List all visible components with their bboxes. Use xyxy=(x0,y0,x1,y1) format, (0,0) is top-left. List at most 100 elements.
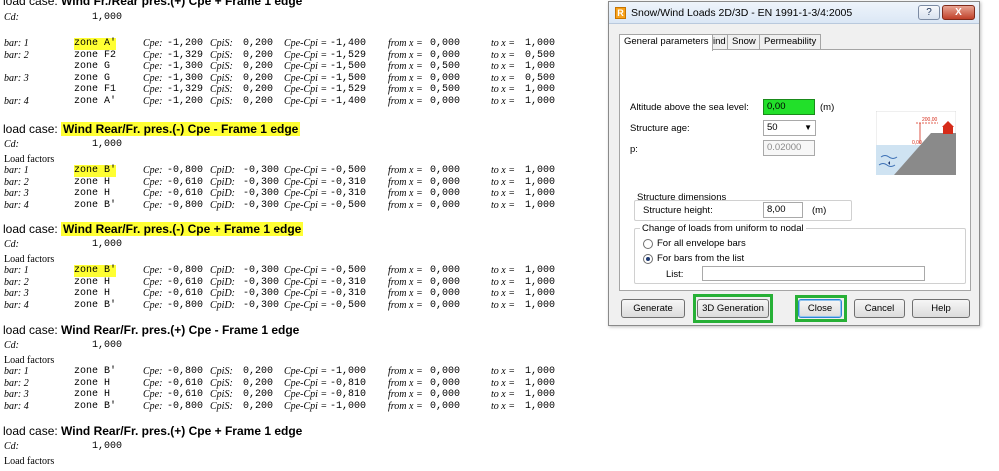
cell-bar: bar: 3 xyxy=(4,188,29,200)
cd-value: 1,000 xyxy=(92,12,123,23)
p-label: p: xyxy=(630,144,638,155)
load-case-title: load case: Wind Rear/Fr. pres.(+) Cpe + … xyxy=(3,423,302,439)
cell-from-label: from x = xyxy=(388,49,423,61)
cell-from: 0,500 xyxy=(430,84,461,96)
cell-cpi: 0,200 xyxy=(243,84,274,96)
radio-bars-from-list[interactable] xyxy=(643,254,653,264)
cell-from-label: from x = xyxy=(388,176,423,188)
cell-zone: zone F1 xyxy=(74,84,117,96)
cell-pmi: -0,500 xyxy=(330,199,367,211)
cell-cpe: -0,610 xyxy=(167,176,204,188)
structure-height-unit: (m) xyxy=(812,205,827,216)
load-case-section: load case: Wind Fr./Rear pres.(+) Cpe + … xyxy=(0,0,600,113)
cell-from-label: from x = xyxy=(388,61,423,73)
dialog-title: Snow/Wind Loads 2D/3D - EN 1991-1-3/4:20… xyxy=(631,7,853,19)
cell-pmi: -0,310 xyxy=(330,188,367,200)
cell-pmi-label: Cpe-Cpi = xyxy=(284,84,328,96)
cell-zone: zone A' xyxy=(74,96,117,107)
cell-zone: zone B' xyxy=(74,400,117,412)
close-button[interactable]: Close xyxy=(798,299,842,318)
cell-cpe-label: Cpe: xyxy=(143,165,163,176)
cell-cpi-label: CpiS: xyxy=(210,38,233,49)
cell-from: 0,500 xyxy=(430,61,461,73)
load-case-name: Wind Rear/Fr. pres.(-) Cpe - Frame 1 edg… xyxy=(61,122,301,136)
titlebar-help-button[interactable]: ? xyxy=(918,5,940,20)
load-case-prefix: load case: xyxy=(3,424,58,438)
3d-generation-button[interactable]: 3D Generation xyxy=(697,299,769,318)
tab-snow[interactable]: Snow xyxy=(727,34,761,50)
cell-bar: bar: 4 xyxy=(4,199,29,211)
cell-zone: zone H xyxy=(74,188,111,200)
cell-pmi-label: Cpe-Cpi = xyxy=(284,276,328,288)
structure-height-input[interactable]: 8,00 xyxy=(763,202,803,218)
load-case-name: Wind Fr./Rear pres.(+) Cpe + Frame 1 edg… xyxy=(61,0,303,8)
cell-to: 1,000 xyxy=(525,61,556,73)
cell-cpi-label: CpiD: xyxy=(210,199,235,211)
tab-general-parameters[interactable]: General parameters xyxy=(619,34,714,51)
cell-cpi-label: CpiD: xyxy=(210,299,235,311)
cell-to: 1,000 xyxy=(525,38,556,49)
cd-value: 1,000 xyxy=(92,239,123,250)
cell-zone: zone H xyxy=(74,276,111,288)
cell-cpi: 0,200 xyxy=(243,96,274,107)
p-input[interactable]: 0.02000 xyxy=(763,140,815,156)
cell-pmi-label: Cpe-Cpi = xyxy=(284,165,328,176)
load-factor-row: bar: 2 zone F2 Cpe: -1,329 CpiS: 0,200 Cpe-Cpi… xyxy=(0,50,600,62)
cell-cpe-label: Cpe: xyxy=(143,199,163,211)
structure-age-select[interactable]: 50 ▼ xyxy=(763,120,816,136)
titlebar-close-button[interactable]: X xyxy=(942,5,975,20)
structure-age-value: 50 xyxy=(767,122,778,133)
cell-pmi: -0,810 xyxy=(330,377,367,389)
cell-from-label: from x = xyxy=(388,377,423,389)
cell-to: 1,000 xyxy=(525,400,556,412)
cell-cpi-label: CpiS: xyxy=(210,96,233,107)
cell-from: 0,000 xyxy=(430,377,461,389)
cancel-button[interactable]: Cancel xyxy=(854,299,905,318)
cell-cpe-label: Cpe: xyxy=(143,96,163,107)
cell-cpi-label: CpiS: xyxy=(210,49,233,61)
generate-button[interactable]: Generate xyxy=(621,299,685,318)
cell-cpe: -0,800 xyxy=(167,199,204,211)
cell-to-label: to x = xyxy=(491,366,515,377)
list-label: List: xyxy=(666,269,684,280)
load-factor-row: bar: 1 zone A' Cpe: -1,200 CpiS: 0,200 Cpe-Cpi… xyxy=(0,38,600,50)
help-button[interactable]: Help xyxy=(912,299,970,318)
cell-cpe: -0,610 xyxy=(167,377,204,389)
tab-permeability[interactable]: Permeability xyxy=(759,34,822,50)
load-case-section: load case: Wind Rear/Fr. pres.(+) Cpe - … xyxy=(0,322,600,422)
cell-cpi: -0,300 xyxy=(243,265,280,276)
cell-bar: bar: 2 xyxy=(4,49,29,61)
cell-cpi: -0,300 xyxy=(243,176,280,188)
cell-pmi-label: Cpe-Cpi = xyxy=(284,61,328,73)
cell-to-label: to x = xyxy=(491,377,515,389)
illustration-height-label: 200,00 xyxy=(922,117,938,123)
cell-cpi-label: CpiD: xyxy=(210,176,235,188)
cell-pmi-label: Cpe-Cpi = xyxy=(284,96,328,107)
altitude-input[interactable]: 0,00 xyxy=(763,99,815,115)
cell-cpe: -0,610 xyxy=(167,276,204,288)
load-case-title: load case: Wind Rear/Fr. pres.(-) Cpe + … xyxy=(3,221,304,237)
radio-all-envelope-bars[interactable] xyxy=(643,239,653,249)
cell-from-label: from x = xyxy=(388,84,423,96)
cell-cpi: 0,200 xyxy=(243,38,274,49)
cell-pmi: -0,310 xyxy=(330,176,367,188)
cell-pmi-label: Cpe-Cpi = xyxy=(284,299,328,311)
cell-cpi-label: CpiD: xyxy=(210,188,235,200)
cell-cpi: -0,300 xyxy=(243,188,280,200)
cell-bar: bar: 2 xyxy=(4,377,29,389)
cell-to: 1,000 xyxy=(525,389,556,401)
cell-pmi-label: Cpe-Cpi = xyxy=(284,389,328,401)
cell-cpe-label: Cpe: xyxy=(143,84,163,96)
list-input[interactable] xyxy=(702,266,925,281)
dialog-titlebar[interactable]: R Snow/Wind Loads 2D/3D - EN 1991-1-3/4:… xyxy=(609,2,979,24)
cell-to-label: to x = xyxy=(491,389,515,401)
cell-from: 0,000 xyxy=(430,199,461,211)
cell-pmi: -0,500 xyxy=(330,265,367,276)
cell-cpe: -1,300 xyxy=(167,61,204,73)
cell-from: 0,000 xyxy=(430,188,461,200)
load-factor-row: zone F1 Cpe: -1,329 CpiS: 0,200 Cpe-Cpi = -1,5… xyxy=(0,84,600,96)
cell-pmi: -0,810 xyxy=(330,389,367,401)
cell-pmi: -1,000 xyxy=(330,366,367,377)
cell-from: 0,000 xyxy=(430,389,461,401)
cell-bar: bar: 3 xyxy=(4,72,29,84)
